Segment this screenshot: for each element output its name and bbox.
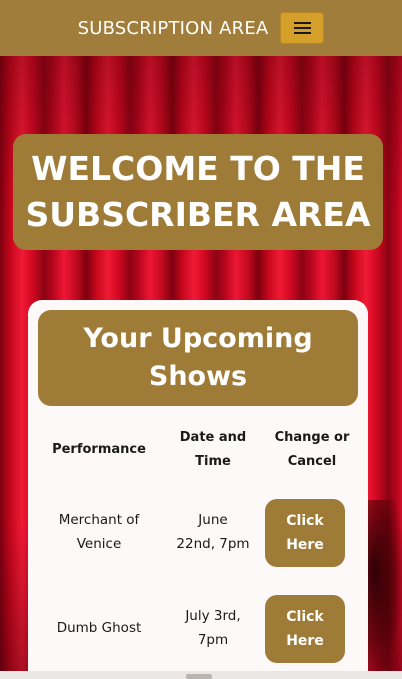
date-line1: July 3rd, <box>185 608 241 624</box>
performance-line1: Dumb Ghost <box>56 620 142 636</box>
header-performance: Performance <box>52 442 146 457</box>
upcoming-shows-card: Your Upcoming Shows Performance Date and… <box>28 300 368 679</box>
change-cancel-button-row-2[interactable]: Click Here <box>265 595 345 663</box>
performance-line2: Venice <box>76 536 122 552</box>
header-change-cancel-line2: Cancel <box>287 454 337 469</box>
upcoming-shows-title-line1: Your Upcoming <box>83 323 313 354</box>
hamburger-menu-icon[interactable] <box>280 12 325 44</box>
subscriber-page: SUBSCRIPTION AREA WELCOME TO THE SUBSCRI… <box>0 0 402 679</box>
header-change-cancel: Change or Cancel <box>266 426 358 474</box>
button-line2: Here <box>286 633 324 649</box>
top-navbar: SUBSCRIPTION AREA <box>0 0 402 56</box>
header-date-time-line1: Date and <box>179 430 247 445</box>
header-date-time: Date and Time <box>160 426 266 474</box>
date-line2: 22nd, 7pm <box>176 536 250 552</box>
hamburger-bar <box>293 22 311 24</box>
table-row-1-date: June 22nd, 7pm <box>160 508 266 556</box>
welcome-title-line1: WELCOME TO THE <box>31 149 365 188</box>
header-change-cancel-line1: Change or <box>274 430 350 445</box>
button-line1: Click <box>286 513 324 529</box>
scroll-handle[interactable] <box>186 674 212 679</box>
table-row-1-performance: Merchant of Venice <box>38 508 160 556</box>
header-date-time-line2: Time <box>195 454 231 469</box>
hamburger-bar <box>293 32 311 34</box>
upcoming-shows-title-line2: Shows <box>148 361 248 392</box>
performance-line1: Merchant of <box>58 512 140 528</box>
navbar-brand[interactable]: SUBSCRIPTION AREA <box>78 18 269 39</box>
bottom-scroll-bar[interactable] <box>0 671 402 679</box>
upcoming-shows-title: Your Upcoming Shows <box>38 310 358 406</box>
button-line2: Here <box>286 537 324 553</box>
table-row-2-date: July 3rd, 7pm <box>160 604 266 652</box>
date-line2: 7pm <box>197 632 229 648</box>
change-cancel-button-row-1[interactable]: Click Here <box>265 499 345 567</box>
date-line1: June <box>198 512 228 528</box>
button-line1: Click <box>286 609 324 625</box>
hamburger-bar <box>293 27 311 29</box>
welcome-title-line2: SUBSCRIBER AREA <box>25 195 371 234</box>
welcome-banner: WELCOME TO THE SUBSCRIBER AREA <box>13 134 383 250</box>
table-row-2-performance: Dumb Ghost <box>38 616 160 640</box>
